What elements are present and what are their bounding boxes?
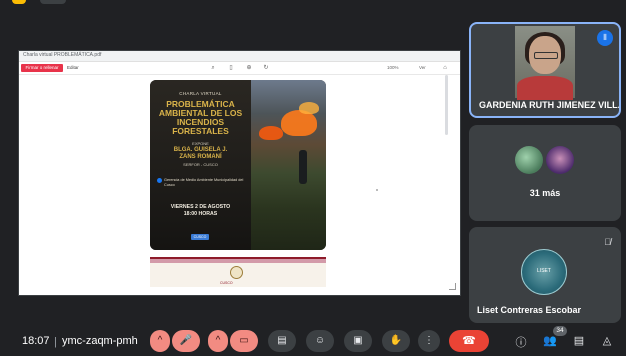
poster-speaker-line: BLGA. GUISELA J. [173,147,228,153]
search-icon[interactable]: ⌕ [209,64,217,72]
poster-facebook: Gerencia de Medio Ambiente Municipalidad… [157,178,244,187]
poster-time: 18:00 HORAS [183,211,218,217]
info-icon[interactable]: ⓘ [514,334,528,350]
meeting-controls-bar: 18:07 | ymc-zaqm-pmh ^ 🎤 ^ ▭ ▤ ☺ ▣ ✋ ⋮ ☎… [0,326,626,356]
chevron-up-icon: ^ [157,335,163,346]
present-button[interactable]: ▣ [344,330,372,352]
avatar [515,146,543,174]
present-icon: ▣ [353,335,363,346]
scrollbar[interactable] [445,75,448,135]
avatar: LISET [521,249,567,295]
chat-icon[interactable]: ▤ [572,334,586,347]
camera-options-button[interactable]: ^ [208,330,228,352]
footer-accent [150,259,326,263]
participant-tile-more[interactable]: 31 más [469,125,621,221]
municipal-seal-icon [230,266,243,279]
poster-title-line: FORESTALES [172,126,229,136]
poster-kicker: CHARLA VIRTUAL [179,91,222,96]
participant-video [515,26,575,100]
emoji-button[interactable]: ☺ [306,330,334,352]
zoom-level[interactable]: 100% [387,64,399,72]
facebook-icon [157,178,162,183]
avatar [546,146,574,174]
avatar-label: LISET [537,268,551,274]
camera-off-icon: ▭ [239,335,249,346]
raise-hand-icon: ✋ [389,335,403,346]
mic-options-button[interactable]: ^ [150,330,170,352]
rotate-icon[interactable]: ↻ [262,64,270,72]
fire-flame [259,126,283,140]
captions-icon: ▤ [277,335,287,346]
page-icon[interactable]: ▯ [227,64,235,72]
more-options-button[interactable]: ⋮ [418,330,440,352]
poster-facebook-text: Gerencia de Medio Ambiente Municipalidad… [164,178,244,187]
chevron-up-icon: ^ [215,335,221,346]
audio-wave-icon: ⦀ [597,30,613,46]
fire-flame [299,102,319,114]
tab-indicator [12,0,26,4]
participant-tile-liset[interactable]: 🎙̸ LISET Liset Contreras Escobar [469,227,621,323]
home-icon[interactable]: ⌂ [441,64,449,72]
more-vert-icon: ⋮ [424,335,434,346]
firefighter-figure [299,150,307,184]
meeting-code: ymc-zaqm-pmh [62,335,138,347]
page-footer-band: CUSCO [150,257,326,287]
meeting-time: 18:07 [22,335,50,347]
poster-date: VIERNES 2 DE AGOSTO [170,204,231,210]
end-call-button[interactable]: ☎ [449,330,489,352]
edit-link[interactable]: Editar [67,64,79,72]
mic-off-icon: 🎙̸ [604,237,611,247]
shared-window-titlebar: Charla virtual PROBLEMÁTICA.pdf [19,51,460,62]
poster-expone: EXPONE [192,141,209,146]
end-call-icon: ☎ [462,335,476,347]
separator: | [54,336,57,348]
cursor-dot [376,189,378,191]
mic-off-icon: 🎤 [179,335,193,346]
poster-speaker-line: ZANS ROMANÍ [179,154,222,160]
footer-text: CUSCO [220,281,233,285]
resize-handle-icon[interactable] [449,283,456,290]
poster-fire-photo [251,80,326,250]
pdf-toolbar: Firmar o rellenar Editar ⌕ ▯ ⊕ ↻ 100% Ve… [19,62,460,75]
captions-button[interactable]: ▤ [268,330,296,352]
camera-button[interactable]: ▭ [230,330,258,352]
event-poster: CHARLA VIRTUAL PROBLEMÁTICA AMBIENTAL DE… [150,80,326,250]
video-shoulders [517,76,573,100]
raise-hand-button[interactable]: ✋ [382,330,410,352]
sign-button[interactable]: Firmar o rellenar [21,64,63,72]
shared-window-title: Charla virtual PROBLEMÁTICA.pdf [23,52,102,58]
poster-logo: CUSCO [191,234,209,240]
more-participants-label: 31 más [529,188,561,198]
participant-name: Liset Contreras Escobar [477,305,582,315]
mic-button[interactable]: 🎤 [172,330,200,352]
top-strip [0,0,626,10]
zoom-icon[interactable]: ⊕ [245,64,253,72]
emoji-icon: ☺ [314,335,326,346]
tab-indicator [40,0,66,4]
participant-tile-speaker[interactable]: ⦀ GARDENIA RUTH JIMENEZ VILL... [469,22,621,118]
activities-icon[interactable]: ◬ [600,334,614,347]
poster-speaker-org: SERFOR - CUSCO [183,162,218,167]
view-menu[interactable]: Ver [419,64,426,72]
video-glasses [534,52,558,59]
participant-name: GARDENIA RUTH JIMENEZ VILL... [479,100,621,110]
people-icon[interactable]: 👥 [543,334,557,347]
